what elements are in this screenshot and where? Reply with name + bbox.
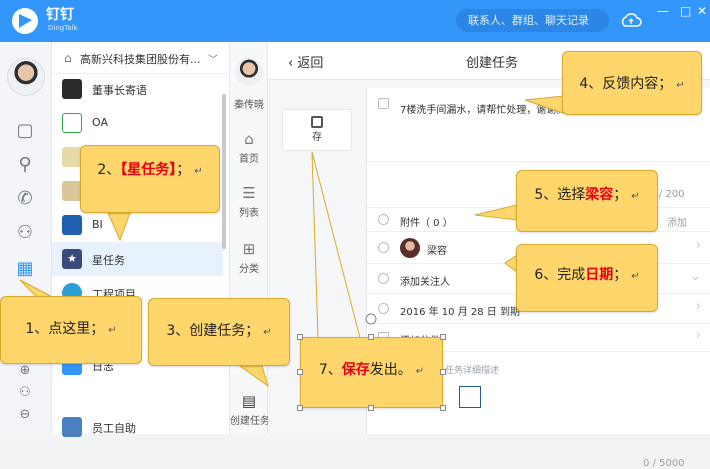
- assignee-icon: [378, 242, 389, 253]
- grid-icon: ⊞: [242, 240, 256, 258]
- close-button[interactable]: ✕: [697, 4, 707, 18]
- document-icon[interactable]: [459, 386, 481, 408]
- minimize-button[interactable]: —: [657, 4, 669, 18]
- list-item-label: 星任务: [92, 254, 125, 267]
- scrollbar[interactable]: [222, 94, 226, 249]
- list-item[interactable]: 员工自助: [52, 410, 223, 444]
- list-item-label: OA: [92, 116, 108, 129]
- save-button[interactable]: 存: [282, 109, 352, 151]
- detail-counter: 0 / 5000: [643, 458, 685, 469]
- menu-home[interactable]: ⌂ 首页: [230, 130, 268, 165]
- list-icon: ☰: [242, 184, 256, 202]
- phone-icon[interactable]: ✆: [14, 188, 36, 210]
- list-item[interactable]: BI: [52, 208, 223, 242]
- star-icon: ★: [62, 249, 82, 269]
- home-icon: ⌂: [64, 51, 72, 65]
- callout-create-task: 3、创建任务； ↵: [148, 298, 290, 366]
- org-name: 高新兴科技集团股份有...: [80, 53, 201, 66]
- dingtalk-logo-icon: [12, 8, 38, 34]
- avatar: [235, 58, 263, 86]
- resize-handle[interactable]: [440, 334, 446, 340]
- chevron-down-icon: ﹀: [208, 55, 218, 66]
- list-item-label: BI: [92, 218, 103, 231]
- page-title: 创建任务: [466, 56, 519, 71]
- resize-handle[interactable]: [297, 334, 303, 340]
- back-button[interactable]: ‹ 返回: [288, 52, 323, 71]
- add-attachment-button[interactable]: 添加: [667, 214, 687, 229]
- save-icon: [311, 116, 323, 128]
- resize-handle[interactable]: [440, 405, 446, 411]
- maximize-button[interactable]: □: [680, 4, 691, 18]
- pin-icon[interactable]: ⚲: [14, 154, 36, 176]
- callout-due-date: 6、完成日期； ↵: [516, 244, 658, 312]
- app-list-panel: ⌂ 高新兴科技集团股份有... ﹀ 董事长寄语 OA BI ★ 星任务 工程项目…: [52, 42, 230, 437]
- chevron-right-icon: ›: [695, 299, 701, 314]
- left-nav-bar: ▢ ⚲ ✆ ⚇ ▦ ⊕ ⚇ ⊖: [0, 42, 52, 434]
- callout-save: 7、保存发出。 ↵: [300, 337, 443, 408]
- menu-list[interactable]: ☰ 列表: [230, 184, 268, 219]
- resize-handle[interactable]: [297, 405, 303, 411]
- bi-logo-icon: [62, 215, 82, 235]
- app-name-en: DingTalk: [48, 24, 78, 32]
- task-app-menu: 秦传晓 ⌂ 首页 ☰ 列表 ⊞ 分类 ▤ 创建任务: [230, 42, 270, 434]
- chevron-down-icon: ⌄: [690, 269, 701, 284]
- self-service-icon: [62, 417, 82, 437]
- resize-handle[interactable]: [368, 405, 374, 411]
- app-thumbnail-icon: [62, 181, 82, 201]
- avatar[interactable]: [7, 58, 45, 96]
- callout-feedback: 4、反馈内容； ↵: [562, 51, 702, 115]
- content-icon: [378, 98, 389, 109]
- chat-icon[interactable]: ▢: [14, 120, 36, 142]
- follower-icon: [378, 273, 389, 284]
- contacts-icon[interactable]: ⚇: [14, 222, 36, 244]
- home-icon: ⌂: [244, 130, 254, 148]
- app-name: 钉钉: [46, 7, 74, 23]
- list-item-star-task[interactable]: ★ 星任务: [52, 242, 223, 276]
- resize-handle[interactable]: [440, 369, 446, 375]
- resize-handle[interactable]: [297, 369, 303, 375]
- menu-create-task[interactable]: ▤ 创建任务: [230, 392, 270, 427]
- oa-logo-icon: [62, 113, 82, 133]
- avatar: [400, 238, 420, 258]
- more-icon[interactable]: ⊖: [14, 404, 36, 426]
- callout-assignee: 5、选择梁容； ↵: [516, 170, 658, 232]
- chevron-right-icon: ›: [695, 328, 701, 343]
- menu-category[interactable]: ⊞ 分类: [230, 240, 268, 275]
- list-item[interactable]: 董事长寄语: [52, 72, 223, 106]
- resize-handle[interactable]: [368, 334, 374, 340]
- org-selector[interactable]: ⌂ 高新兴科技集团股份有... ﹀: [52, 42, 228, 74]
- assignee-name: 梁容: [427, 246, 447, 257]
- workbench-grid-icon[interactable]: ▦: [14, 258, 36, 280]
- chairman-avatar-icon: [62, 79, 82, 99]
- global-search-input[interactable]: 联系人、群组、聊天记录: [456, 9, 609, 32]
- calendar-icon: [378, 303, 389, 314]
- cloud-upload-icon[interactable]: [620, 11, 642, 29]
- list-item-label: 董事长寄语: [92, 84, 147, 97]
- user-name: 秦传晓: [234, 100, 264, 111]
- create-task-icon: ▤: [241, 392, 257, 410]
- title-bar: 钉钉 DingTalk 联系人、群组、聊天记录 — □ ✕: [0, 0, 710, 42]
- user-icon[interactable]: ⚇: [14, 382, 36, 404]
- callout-star-task: 2、【星任务】； ↵: [80, 145, 220, 213]
- attachment-icon: [378, 214, 389, 225]
- list-item[interactable]: OA: [52, 106, 223, 140]
- app-thumbnail-icon: [62, 147, 82, 167]
- callout-click-here: 1、点这里； ↵: [0, 296, 142, 364]
- chevron-right-icon: ›: [695, 238, 701, 253]
